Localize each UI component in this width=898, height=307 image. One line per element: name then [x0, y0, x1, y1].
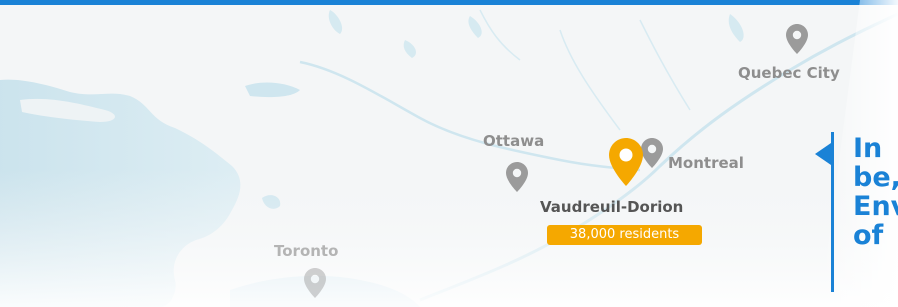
location-pin-icon[interactable]: [506, 162, 528, 192]
city-label-quebec-city: Quebec City: [738, 64, 840, 82]
map-background: [0, 0, 898, 307]
callout-line: of: [853, 220, 884, 251]
callout-bar: [831, 132, 834, 292]
city-label-montreal: Montreal: [668, 154, 744, 172]
highlight-pin-icon[interactable]: [609, 138, 643, 186]
callout-text: In be, Env of: [853, 134, 898, 250]
city-label-ottawa: Ottawa: [483, 132, 545, 150]
callout-arrow-icon: [815, 143, 831, 165]
location-pin-icon[interactable]: [786, 24, 808, 54]
location-pin-icon[interactable]: [641, 138, 663, 168]
callout-line: Env: [853, 191, 898, 222]
population-badge: 38,000 residents: [547, 225, 702, 245]
callout-line: be,: [853, 162, 898, 193]
callout-line: In: [853, 133, 883, 164]
highlight-city-name: Vaudreuil-Dorion: [540, 198, 684, 216]
callout-panel: In be, Env of: [831, 132, 898, 307]
city-label-toronto: Toronto: [274, 242, 339, 260]
location-pin-icon[interactable]: [304, 268, 326, 298]
